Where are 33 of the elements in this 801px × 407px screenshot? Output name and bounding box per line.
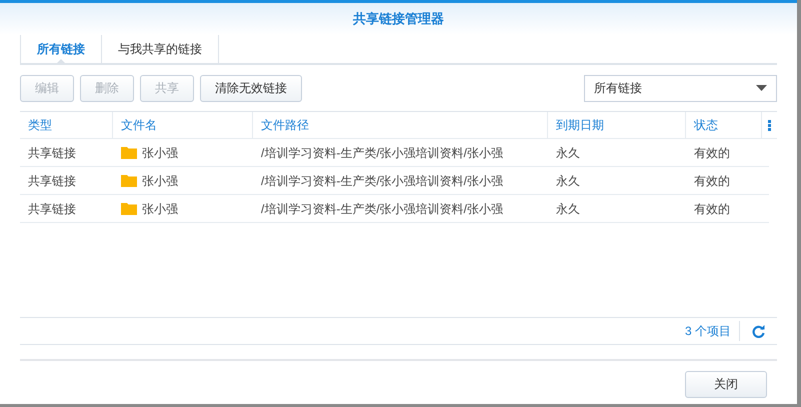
table-cell-text: /培训学习资料-生产类/张小强培训资料/张小强 bbox=[260, 200, 504, 218]
filter-dropdown[interactable]: 所有链接 bbox=[584, 74, 777, 102]
column-header[interactable]: 文件路径 bbox=[253, 112, 548, 138]
table-cell-text: 共享链接 bbox=[27, 172, 77, 190]
column-header[interactable]: 到期日期 bbox=[548, 112, 686, 138]
refresh-icon[interactable] bbox=[752, 324, 765, 338]
table-cell-text: 永久 bbox=[555, 172, 581, 190]
column-header[interactable]: 文件名 bbox=[113, 112, 253, 138]
table-cell-text: /培训学习资料-生产类/张小强培训资料/张小强 bbox=[260, 172, 504, 190]
toolbar-button[interactable]: 清除无效链接 bbox=[200, 74, 302, 102]
table-cell-text: 有效的 bbox=[693, 172, 731, 190]
column-header[interactable]: 状态 bbox=[686, 112, 762, 138]
table-cell-text: 有效的 bbox=[693, 200, 731, 218]
folder-icon bbox=[121, 202, 137, 215]
tab[interactable]: 与我共享的链接 bbox=[102, 35, 219, 63]
tab[interactable]: 所有链接 bbox=[20, 35, 102, 63]
item-count: 3 个项目 bbox=[684, 321, 740, 341]
table-cell-text: 张小强 bbox=[142, 200, 178, 218]
folder-icon bbox=[121, 174, 137, 187]
table-cell-text: 永久 bbox=[555, 200, 581, 218]
table-cell-text: 张小强 bbox=[142, 172, 178, 190]
folder-icon bbox=[121, 146, 137, 159]
table-cell-text: 张小强 bbox=[142, 144, 178, 162]
table-cell-text: 有效的 bbox=[693, 144, 731, 162]
table-cell-text: 共享链接 bbox=[27, 200, 77, 218]
column-header[interactable]: 类型 bbox=[20, 112, 113, 138]
table-cell-text: 永久 bbox=[555, 144, 581, 162]
window-title: 共享链接管理器 bbox=[353, 10, 444, 28]
dropdown-caret-icon bbox=[756, 85, 767, 91]
more-options-icon[interactable] bbox=[768, 120, 771, 130]
table-cell-text: 共享链接 bbox=[27, 144, 77, 162]
close-button[interactable]: 关闭 bbox=[685, 370, 767, 398]
table-cell-text: /培训学习资料-生产类/张小强培训资料/张小强 bbox=[260, 144, 504, 162]
